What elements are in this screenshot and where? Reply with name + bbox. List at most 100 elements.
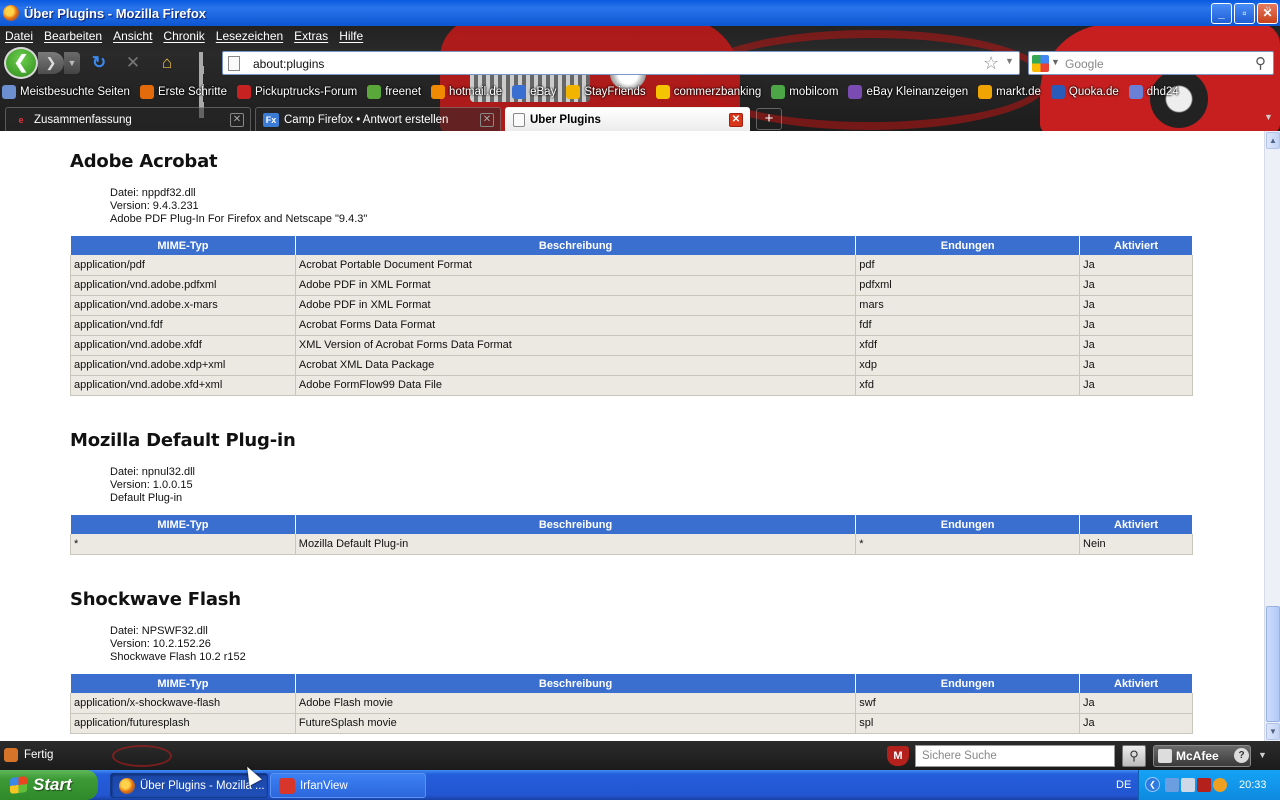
bookmark-label: StayFriends bbox=[584, 86, 646, 98]
firefox-icon bbox=[3, 5, 19, 21]
forward-button[interactable]: ❯ bbox=[38, 52, 64, 74]
maximize-button[interactable]: ▫ bbox=[1234, 3, 1255, 24]
persona-ford-logo bbox=[112, 745, 172, 767]
table-cell: mars bbox=[855, 295, 1081, 316]
scroll-thumb[interactable] bbox=[1266, 606, 1280, 722]
menu-extras[interactable]: Extras bbox=[289, 29, 334, 43]
close-icon[interactable]: ✕ bbox=[729, 112, 743, 127]
chevron-down-icon[interactable]: ▼ bbox=[1005, 56, 1014, 66]
bookmark-item[interactable]: folder-icon Meistbesuchte Seiten bbox=[0, 85, 130, 99]
magnifier-icon[interactable]: ⚲ bbox=[1255, 54, 1266, 72]
close-icon[interactable]: ✕ bbox=[480, 112, 494, 127]
menu-datei[interactable]: Datei bbox=[0, 29, 39, 43]
window-titlebar[interactable]: Über Plugins - Mozilla Firefox _ ▫ ✕ bbox=[0, 0, 1280, 26]
secure-search-button[interactable]: ⚲ bbox=[1122, 745, 1146, 767]
scroll-down-button[interactable]: ▼ bbox=[1266, 723, 1280, 740]
url-input[interactable]: about:plugins bbox=[253, 57, 324, 71]
taskbar-item-irfanview[interactable]: IrfanView bbox=[270, 773, 426, 798]
mobilcom-icon: mobilcom-icon bbox=[771, 85, 786, 99]
start-button[interactable]: Start bbox=[0, 770, 98, 800]
home-icon: ⌂ bbox=[161, 53, 173, 72]
status-addon-icon[interactable] bbox=[4, 748, 18, 762]
menu-hilfe[interactable]: Hilfe bbox=[334, 29, 369, 43]
star-icon[interactable]: ☆ bbox=[983, 53, 999, 74]
table-cell: application/pdf bbox=[70, 255, 296, 276]
bookmark-item[interactable]: crown-iconStayFriends bbox=[564, 85, 646, 99]
table-row: application/pdf Acrobat Portable Document… bbox=[70, 255, 1193, 276]
url-bar[interactable]: about:plugins ☆ ▼ bbox=[222, 51, 1020, 75]
table-cell: pdfxml bbox=[855, 275, 1081, 296]
plugin-file: Datei: nppdf32.dll bbox=[110, 187, 196, 199]
bookmark-item[interactable]: commerzbank-iconcommerzbanking bbox=[654, 85, 761, 99]
home-button[interactable]: ⌂ bbox=[156, 52, 178, 74]
mcafee-tray-icon[interactable] bbox=[1197, 778, 1211, 792]
menu-bearbeiten[interactable]: Bearbeiten bbox=[39, 29, 108, 43]
menu-chronik[interactable]: Chronik bbox=[158, 29, 210, 43]
chevron-down-icon[interactable]: ▼ bbox=[1258, 750, 1267, 760]
taskbar-item-label: Über Plugins - Mozilla ... bbox=[140, 779, 265, 792]
tab-camp-firefox[interactable]: Fx Camp Firefox • Antwort erstellen ✕ bbox=[255, 107, 501, 131]
close-icon[interactable]: ✕ bbox=[230, 112, 244, 127]
bookmark-item[interactable]: dhd24-icondhd24 bbox=[1127, 85, 1179, 99]
bookmark-label: dhd24 bbox=[1146, 86, 1179, 98]
volume-icon[interactable] bbox=[1213, 778, 1227, 792]
table-row: application/futuresplash FutureSplash mov… bbox=[70, 713, 1193, 734]
table-cell: application/vnd.fdf bbox=[70, 315, 296, 336]
browser-chrome: Über Plugins - Mozilla Firefox _ ▫ ✕ Dat… bbox=[0, 0, 1280, 131]
chevron-down-icon[interactable]: ▼ bbox=[1051, 57, 1060, 67]
column-header: Endungen bbox=[855, 515, 1081, 534]
reload-icon: ↻ bbox=[91, 53, 107, 72]
mcafee-shield-icon[interactable]: M bbox=[887, 746, 909, 766]
stop-button[interactable]: ✕ bbox=[122, 52, 144, 74]
bookmark-item[interactable]: freenet-iconfreenet bbox=[365, 85, 421, 99]
language-indicator[interactable]: DE bbox=[1116, 779, 1131, 791]
status-bar: Fertig M Sichere Suche ⚲ McAfee ? ▼ bbox=[0, 741, 1280, 770]
bookmark-item[interactable]: quoka-iconQuoka.de bbox=[1049, 85, 1119, 99]
folder-icon: folder-icon bbox=[2, 85, 16, 99]
mcafee-button[interactable]: McAfee ? bbox=[1153, 745, 1251, 767]
plugin-description: Shockwave Flash 10.2 r152 bbox=[110, 651, 246, 663]
table-row: application/vnd.adobe.xdp+xml Acrobat XML… bbox=[70, 355, 1193, 376]
search-bar[interactable]: ▼ Google ⚲ bbox=[1028, 51, 1274, 75]
column-header: Beschreibung bbox=[294, 674, 857, 693]
plugin-mime-table: MIME-Typ Beschreibung Endungen Aktiviert app… bbox=[70, 674, 1193, 734]
table-cell: application/x-shockwave-flash bbox=[70, 693, 296, 714]
sidebar-button[interactable] bbox=[190, 52, 212, 118]
monitor-icon[interactable] bbox=[1181, 778, 1195, 792]
secure-search-input[interactable]: Sichere Suche bbox=[915, 745, 1115, 767]
table-cell: xfd bbox=[855, 375, 1081, 396]
bookmark-item[interactable]: markt-iconmarkt.de bbox=[976, 85, 1041, 99]
bookmark-item[interactable]: ebay-kleinanzeigen-iconeBay Kleinanzeige… bbox=[846, 85, 968, 99]
search-input[interactable]: Google bbox=[1065, 57, 1104, 71]
clock: 20:33 bbox=[1239, 779, 1267, 791]
navigation-toolbar: ❮ ❯ ▼ ↻ ✕ ⌂ about:plugins ☆ ▼ ▼ Google ⚲ bbox=[0, 46, 1280, 118]
menu-bar: Datei Bearbeiten Ansicht Chronik Lesezei… bbox=[0, 26, 369, 46]
tab-ueber-plugins[interactable]: Über Plugins ✕ bbox=[505, 107, 750, 131]
minimize-button[interactable]: _ bbox=[1211, 3, 1232, 24]
plugin-mime-table: MIME-Typ Beschreibung Endungen Aktiviert app… bbox=[70, 236, 1193, 396]
history-dropdown[interactable]: ▼ bbox=[64, 52, 80, 74]
menu-ansicht[interactable]: Ansicht bbox=[108, 29, 158, 43]
column-header: Aktiviert bbox=[1079, 674, 1193, 693]
chevron-left-icon[interactable]: ❮ bbox=[1145, 777, 1160, 792]
vertical-scrollbar[interactable]: ▲ ▼ bbox=[1264, 131, 1280, 741]
bookmark-item[interactable]: ebay-iconeBay bbox=[510, 85, 556, 99]
help-icon[interactable]: ? bbox=[1234, 748, 1249, 763]
table-cell: Ja bbox=[1079, 295, 1193, 316]
back-button[interactable]: ❮ bbox=[4, 47, 38, 79]
scroll-up-button[interactable]: ▲ bbox=[1266, 132, 1280, 149]
chevron-right-icon[interactable]: » bbox=[1265, 3, 1271, 15]
chevron-down-icon[interactable]: ▼ bbox=[1264, 112, 1273, 122]
google-icon[interactable] bbox=[1032, 55, 1049, 72]
bookmark-item[interactable]: truck-iconPickuptrucks-Forum bbox=[235, 85, 357, 99]
tab-zusammenfassung[interactable]: e Zusammenfassung ✕ bbox=[5, 107, 251, 131]
plugin-mime-table: MIME-Typ Beschreibung Endungen Aktiviert * Mo… bbox=[70, 515, 1193, 555]
bookmark-item[interactable]: windows-live-iconhotmail.de bbox=[429, 85, 502, 99]
reload-button[interactable]: ↻ bbox=[88, 52, 110, 74]
new-tab-button[interactable]: + bbox=[756, 108, 782, 130]
menu-lesezeichen[interactable]: Lesezeichen bbox=[211, 29, 289, 43]
bookmark-label: eBay Kleinanzeigen bbox=[866, 86, 969, 98]
bookmark-item[interactable]: mobilcom-iconmobilcom bbox=[769, 85, 838, 99]
network-icon[interactable] bbox=[1165, 778, 1179, 792]
bookmark-item[interactable]: firefox-iconErste Schritte bbox=[138, 85, 227, 99]
